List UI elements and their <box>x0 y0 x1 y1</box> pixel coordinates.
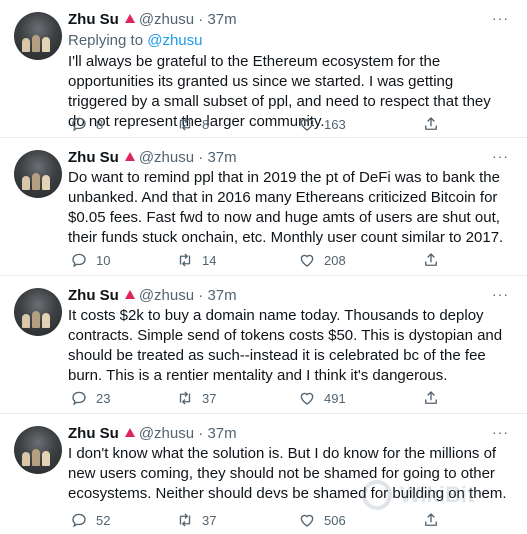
flag-icon <box>124 152 135 161</box>
tweet-text: It costs $2k to buy a domain name today.… <box>68 307 507 384</box>
retweet-count: 37 <box>202 390 217 406</box>
display-name[interactable]: Zhu Su <box>68 149 119 166</box>
like-count: 506 <box>324 512 346 528</box>
retweet-icon <box>179 513 191 527</box>
tweet-actions: 8 8 163 <box>68 114 448 134</box>
retweet-count: 14 <box>202 252 217 268</box>
timestamp[interactable]: 37m <box>207 425 236 442</box>
heart-icon <box>300 392 314 405</box>
heart-icon <box>300 514 314 527</box>
tweet[interactable]: Zhu Su @zhusu · 37m ··· I don't know what… <box>0 414 527 534</box>
retweet-count: 8 <box>202 116 210 132</box>
heart-icon <box>300 254 314 267</box>
retweet-count: 37 <box>202 512 217 528</box>
replying-to-handle[interactable]: @zhusu <box>147 32 202 49</box>
share-button[interactable] <box>422 114 448 134</box>
share-button[interactable] <box>422 388 448 408</box>
user-handle[interactable]: @zhusu <box>139 11 194 28</box>
retweet-button[interactable]: 37 <box>176 510 216 530</box>
user-handle[interactable]: @zhusu <box>139 149 194 166</box>
tweet-header: Zhu Su @zhusu · 37m <box>68 10 237 30</box>
like-button[interactable]: 506 <box>298 510 346 530</box>
retweet-icon <box>179 253 191 267</box>
separator-dot: · <box>198 287 204 304</box>
tweet-text: Do want to remind ppl that in 2019 the p… <box>68 169 505 246</box>
reply-button[interactable]: 52 <box>70 510 110 530</box>
retweet-button[interactable]: 8 <box>176 114 209 134</box>
share-icon <box>425 391 437 404</box>
more-options-icon[interactable]: ··· <box>492 10 509 26</box>
separator-dot: · <box>198 149 204 166</box>
tweet[interactable]: Zhu Su @zhusu · 37m ··· Replying to @zhus… <box>0 0 527 138</box>
timestamp[interactable]: 37m <box>207 149 236 166</box>
tweet[interactable]: Zhu Su @zhusu · 37m ··· Do want to remind… <box>0 138 527 276</box>
reply-icon <box>72 513 86 528</box>
watermark-logo-icon <box>362 480 392 510</box>
heart-icon <box>300 118 314 131</box>
tweet-header: Zhu Su @zhusu · 37m <box>68 424 237 444</box>
like-count: 491 <box>324 390 346 406</box>
retweet-button[interactable]: 14 <box>176 250 216 270</box>
like-count: 163 <box>324 116 346 132</box>
reply-icon <box>72 391 86 406</box>
reply-icon <box>72 117 86 132</box>
timestamp[interactable]: 37m <box>207 11 236 28</box>
reply-count: 10 <box>96 252 111 268</box>
more-options-icon[interactable]: ··· <box>492 148 509 164</box>
reply-count: 8 <box>96 116 104 132</box>
reply-icon <box>72 253 86 268</box>
flag-icon <box>124 290 135 299</box>
like-button[interactable]: 163 <box>298 114 346 134</box>
share-icon <box>425 253 437 266</box>
avatar[interactable] <box>14 12 62 60</box>
replying-prefix: Replying to <box>68 32 148 49</box>
tweet-actions: 10 14 208 <box>68 250 448 270</box>
tweet-actions: 23 37 491 <box>68 388 448 408</box>
reply-button[interactable]: 10 <box>70 250 110 270</box>
separator-dot: · <box>198 425 204 442</box>
more-options-icon[interactable]: ··· <box>492 424 509 440</box>
flag-icon <box>124 428 135 437</box>
like-button[interactable]: 491 <box>298 388 346 408</box>
timestamp[interactable]: 37m <box>207 287 236 304</box>
share-icon <box>425 117 437 130</box>
like-button[interactable]: 208 <box>298 250 346 270</box>
share-button[interactable] <box>422 250 448 270</box>
display-name[interactable]: Zhu Su <box>68 11 119 28</box>
avatar[interactable] <box>14 150 62 198</box>
retweet-button[interactable]: 37 <box>176 388 216 408</box>
like-count: 208 <box>324 252 346 268</box>
retweet-icon <box>179 391 191 405</box>
user-handle[interactable]: @zhusu <box>139 287 194 304</box>
reply-count: 23 <box>96 390 111 406</box>
flag-icon <box>124 14 135 23</box>
more-options-icon[interactable]: ··· <box>492 286 509 302</box>
tweet-header: Zhu Su @zhusu · 37m <box>68 148 237 168</box>
watermark-text: WikiBit <box>400 482 475 507</box>
replying-to: Replying to @zhusu <box>68 31 202 51</box>
watermark: WikiBit <box>360 476 510 516</box>
reply-count: 52 <box>96 512 111 528</box>
reply-button[interactable]: 8 <box>70 114 103 134</box>
display-name[interactable]: Zhu Su <box>68 425 119 442</box>
display-name[interactable]: Zhu Su <box>68 287 119 304</box>
avatar[interactable] <box>14 426 62 474</box>
tweet-header: Zhu Su @zhusu · 37m <box>68 286 237 306</box>
separator-dot: · <box>198 11 204 28</box>
tweet[interactable]: Zhu Su @zhusu · 37m ··· It costs $2k to b… <box>0 276 527 414</box>
avatar[interactable] <box>14 288 62 336</box>
retweet-icon <box>179 117 191 131</box>
user-handle[interactable]: @zhusu <box>139 425 194 442</box>
reply-button[interactable]: 23 <box>70 388 110 408</box>
